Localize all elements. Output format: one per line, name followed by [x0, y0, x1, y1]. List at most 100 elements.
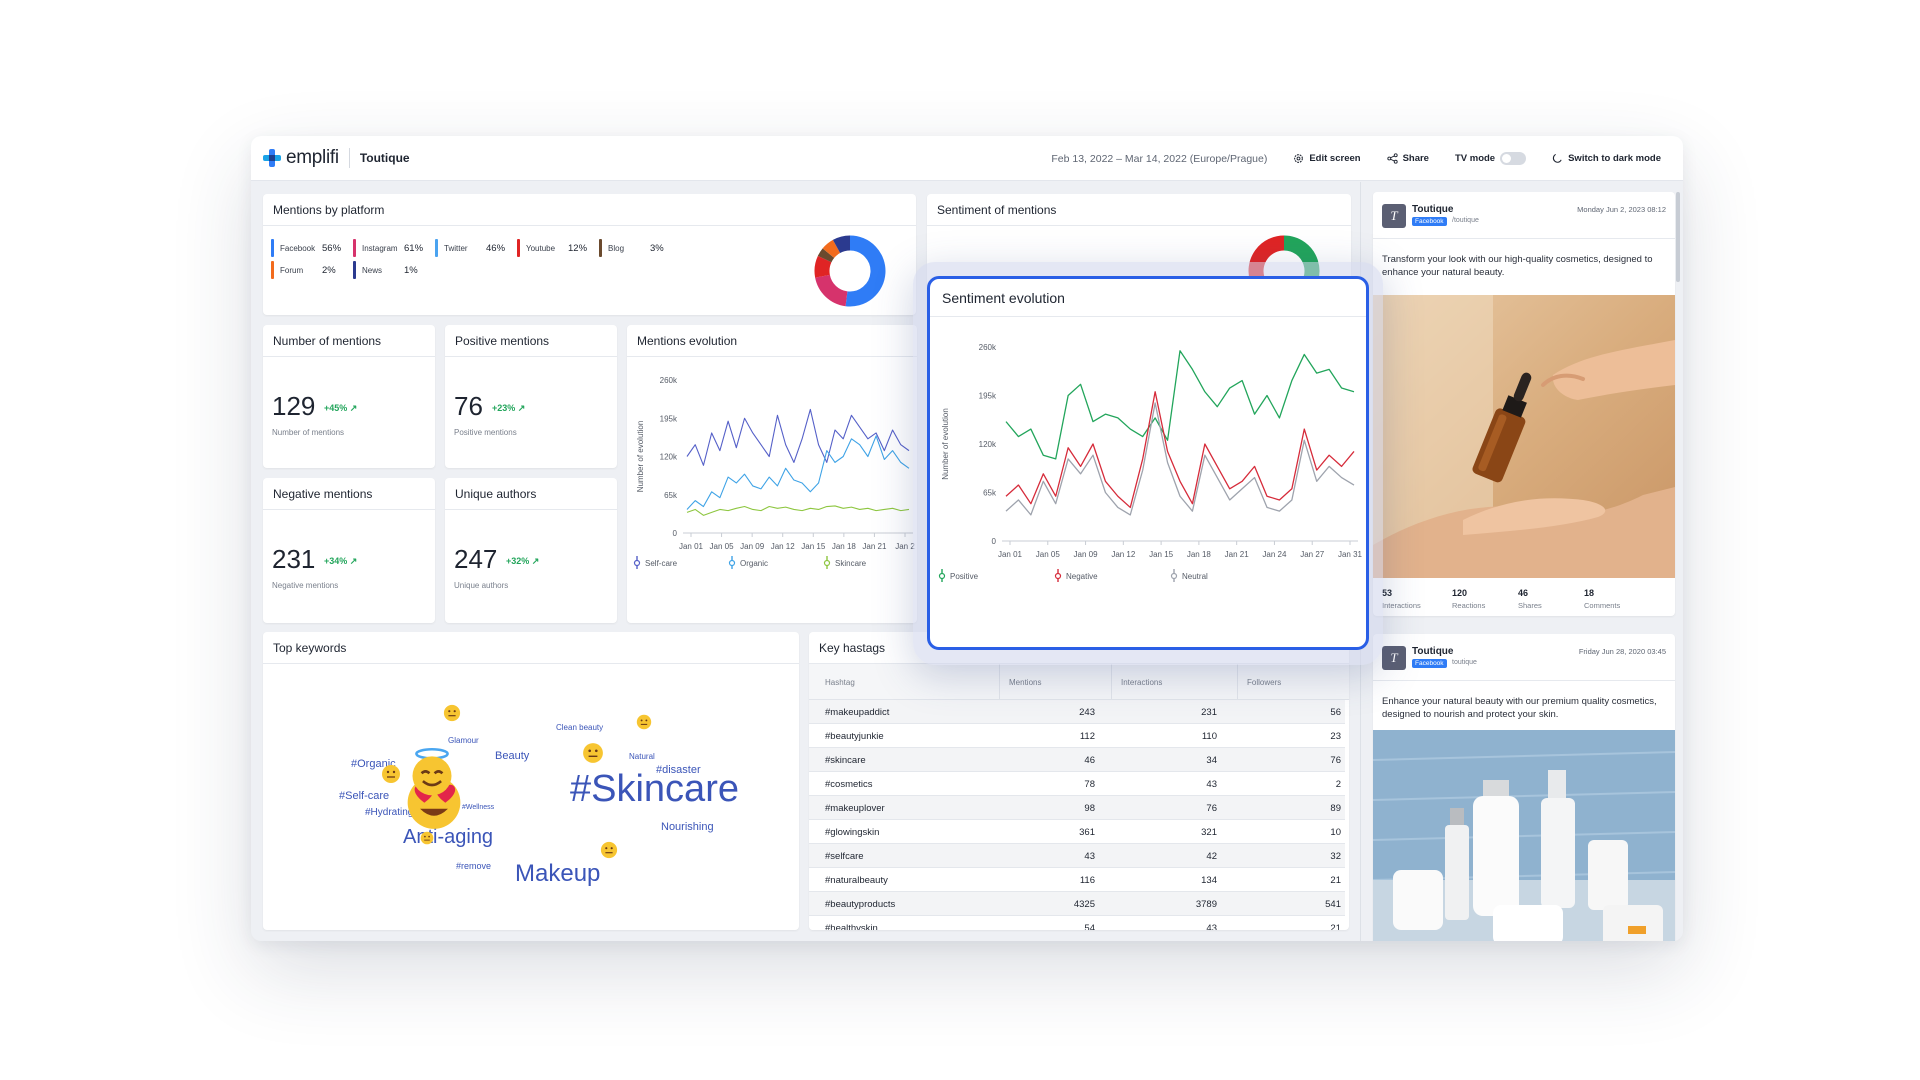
kpi-delta: +32% ↗ [506, 556, 540, 566]
legend-dot [1170, 572, 1178, 580]
donut-slice-youtube[interactable] [814, 255, 832, 278]
donut-slice-forum[interactable] [822, 239, 841, 259]
hashtag-cell: #beautyproducts [825, 899, 896, 910]
dark-mode-button[interactable]: Switch to dark mode [1552, 153, 1661, 164]
legend-item-organic[interactable]: Organic [728, 556, 769, 569]
post-text: Enhance your natural beauty with our pre… [1382, 696, 1657, 720]
post-card[interactable]: T Toutique Facebook toutique Friday Jun … [1373, 634, 1675, 941]
legend-item-instagram[interactable]: Instagram [353, 239, 398, 257]
donut-slice-news[interactable] [832, 235, 851, 254]
post-card[interactable]: T Toutique Facebook /toutique Monday Jun… [1373, 192, 1675, 616]
hashtag-cell: #beautyjunkie [825, 731, 884, 742]
legend-item-neutral[interactable]: Neutral [1170, 569, 1209, 582]
feed-scrollbar[interactable] [1676, 192, 1680, 282]
value-cell: 56 [1330, 707, 1341, 718]
column-header[interactable]: Followers [1247, 678, 1281, 687]
donut-slice-blog[interactable] [817, 248, 835, 263]
column-header[interactable]: Interactions [1121, 678, 1162, 687]
table-row[interactable]: #healthyskin 54 43 21 [809, 916, 1345, 930]
legend-label: Youtube [526, 243, 556, 253]
legend-item-skincare[interactable]: Skincare [823, 556, 867, 569]
keyword-natural[interactable]: Natural [629, 752, 655, 761]
card-title: Negative mentions [263, 478, 435, 510]
keyword-remove[interactable]: #remove [456, 861, 491, 871]
brand-logo[interactable]: emplifi [263, 147, 339, 169]
value-cell: 43 [1084, 851, 1095, 862]
legend-item-forum[interactable]: Forum [271, 261, 303, 279]
x-tick-label: Jan 27 [1300, 550, 1325, 559]
series-line-neutral[interactable] [1005, 402, 1355, 516]
legend-item-positive[interactable]: Positive [938, 569, 979, 582]
x-tick-label: Jan 18 [832, 542, 857, 551]
legend-item-facebook[interactable]: Facebook [271, 239, 315, 257]
post-image-bottles [1373, 730, 1675, 941]
legend-swatch [599, 239, 602, 257]
top-keywords-card: Top keywords #Skincare Makeup Anti-aging #O… [263, 632, 799, 930]
legend-item-self-care[interactable]: Self-care [633, 556, 678, 569]
column-header[interactable]: Mentions [1009, 678, 1041, 687]
keyword-skincare[interactable]: #Skincare [570, 768, 739, 811]
keyword-wellness[interactable]: #Wellness [462, 804, 494, 811]
legend-item-youtube[interactable]: Youtube [517, 239, 555, 257]
table-row[interactable]: #selfcare 43 42 32 [809, 844, 1345, 868]
table-row[interactable]: #cosmetics 78 43 2 [809, 772, 1345, 796]
x-tick-label: Jan 18 [1187, 550, 1212, 559]
kpi-card-positive: Positive mentions 76 +23% ↗ Positive men… [445, 325, 617, 468]
moon-icon [1552, 153, 1562, 163]
table-row[interactable]: #beautyjunkie 112 110 23 [809, 724, 1345, 748]
donut-slice-instagram[interactable] [815, 274, 848, 307]
share-button[interactable]: Share [1386, 153, 1429, 164]
platform-donut-chart [814, 235, 886, 307]
edit-screen-button[interactable]: Edit screen [1293, 153, 1361, 164]
sentiment-evolution-card[interactable]: Sentiment evolution 260k 195k 120k 65k 0 Jan … [927, 276, 1369, 650]
table-row[interactable]: #makeupaddict 243 231 56 [809, 700, 1345, 724]
keyword-selfcare[interactable]: #Self-care [339, 790, 389, 802]
keyword-glamour[interactable]: Glamour [448, 736, 479, 745]
keyword-cleanbeauty[interactable]: Clean beauty [556, 723, 603, 732]
x-tick-label: Jan 15 [1149, 550, 1174, 559]
date-range[interactable]: Feb 13, 2022 – Mar 14, 2022 (Europe/Prag… [1051, 153, 1267, 165]
kpi-card-negative: Negative mentions 231 +34% ↗ Negative me… [263, 478, 435, 623]
keyword-nourishing[interactable]: Nourishing [661, 821, 714, 833]
kpi-delta: +45% ↗ [324, 403, 358, 413]
legend-label: Organic [740, 559, 768, 568]
brand-name: emplifi [286, 147, 339, 168]
legend-item-twitter[interactable]: Twitter [435, 239, 468, 257]
legend-item-negative[interactable]: Negative [1054, 569, 1099, 582]
column-header[interactable]: Hashtag [825, 678, 855, 687]
y-tick-label: 0 [673, 529, 678, 538]
keyword-disaster[interactable]: #disaster [656, 764, 701, 776]
value-cell: 46 [1084, 755, 1095, 766]
legend-swatch [271, 239, 274, 257]
keyword-makeup[interactable]: Makeup [515, 860, 600, 888]
platform-badge: Facebook [1412, 659, 1447, 668]
value-cell: 3789 [1195, 899, 1217, 910]
card-title: Number of mentions [263, 325, 435, 357]
table-row[interactable]: #skincare 46 34 76 [809, 748, 1345, 772]
value-cell: 243 [1079, 707, 1095, 718]
hashtag-cell: #naturalbeauty [825, 875, 888, 886]
legend-percent: 3% [650, 243, 664, 254]
y-tick-label: 260k [979, 343, 997, 352]
table-row[interactable]: #glowingskin 361 321 10 [809, 820, 1345, 844]
table-row[interactable]: #makeuplover 98 76 89 [809, 796, 1345, 820]
legend-dot [938, 572, 946, 580]
tv-mode-control[interactable]: TV mode [1455, 152, 1527, 165]
keyword-beauty[interactable]: Beauty [495, 750, 529, 762]
table-row[interactable]: #beautyproducts 4325 3789 541 [809, 892, 1345, 916]
series-line-skincare[interactable] [686, 505, 910, 516]
legend-item-news[interactable]: News [353, 261, 382, 279]
legend-label: Facebook [280, 243, 316, 253]
tv-mode-toggle[interactable] [1500, 152, 1527, 165]
top-bar: emplifi Toutique Feb 13, 2022 – Mar 14, … [251, 136, 1683, 181]
legend-item-blog[interactable]: Blog [599, 239, 624, 257]
donut-slice-facebook[interactable] [845, 235, 886, 307]
value-cell: 89 [1330, 803, 1341, 814]
workspace-title: Toutique [359, 151, 410, 165]
table-row[interactable]: #naturalbeauty 116 134 21 [809, 868, 1345, 892]
value-cell: 43 [1206, 779, 1217, 790]
kpi-card-authors: Unique authors 247 +32% ↗ Unique authors [445, 478, 617, 623]
post-text: Transform your look with our high-qualit… [1382, 254, 1653, 278]
y-tick-label: 0 [992, 537, 997, 546]
series-line-organic[interactable] [686, 435, 910, 510]
